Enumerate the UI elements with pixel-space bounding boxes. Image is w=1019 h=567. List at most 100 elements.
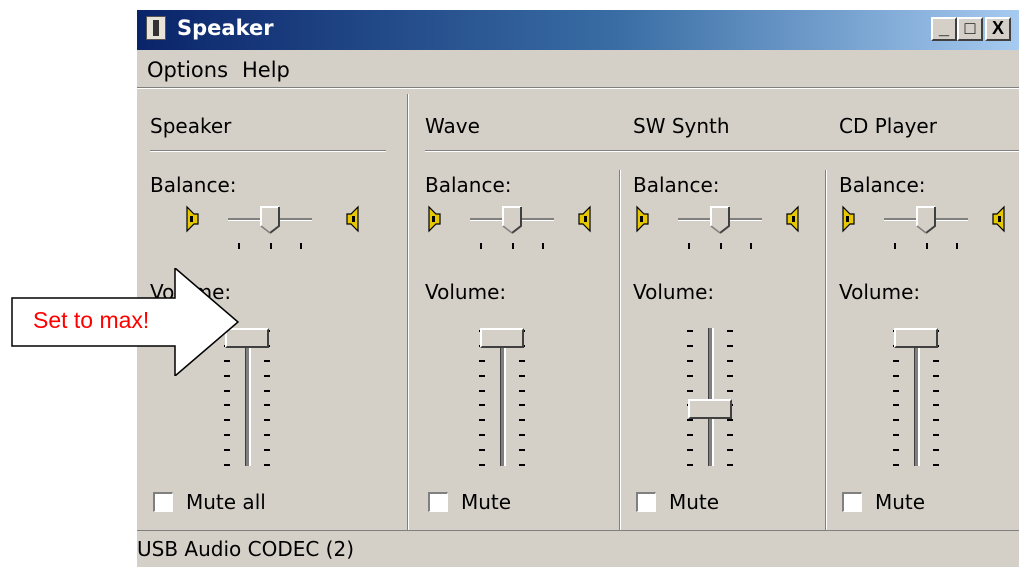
channel-sw-synth-volume-tick bbox=[687, 374, 693, 377]
maximize-button[interactable]: □ bbox=[957, 17, 983, 41]
channel-wave-balance-tick bbox=[512, 243, 514, 249]
channel-cd-player-volume-tick bbox=[933, 464, 939, 466]
channel-wave-volume-tick bbox=[519, 359, 525, 362]
channel-cd-player-volume-tick bbox=[893, 449, 899, 452]
master-balance-tick bbox=[300, 243, 302, 249]
channel-wave-volume-tick bbox=[519, 419, 525, 422]
channel-cd-player-volume-tick bbox=[933, 374, 939, 377]
channel-wave-volume-tick bbox=[519, 374, 525, 377]
channel-sw-synth-volume-tick bbox=[727, 434, 733, 437]
volume-control-window: Speaker _ □ X Options Help USB Audio COD… bbox=[137, 10, 1019, 567]
title-bar[interactable]: Speaker _ □ X bbox=[137, 10, 1019, 50]
master-volume-tick bbox=[264, 404, 270, 407]
channel-wave-left-speaker-icon bbox=[425, 205, 441, 233]
channel-sw-synth-left-speaker-icon bbox=[633, 205, 649, 233]
channel-cd-player-volume-track[interactable] bbox=[914, 328, 920, 466]
minimize-button[interactable]: _ bbox=[931, 17, 957, 41]
menu-help[interactable]: Help bbox=[242, 58, 290, 82]
channel-separator bbox=[619, 170, 621, 530]
channel-wave-volume-thumb[interactable] bbox=[480, 328, 524, 348]
channel-cd-player-volume-tick bbox=[933, 419, 939, 422]
channel-wave-volume-tick bbox=[519, 434, 525, 437]
channel-sw-synth-volume-tick bbox=[727, 344, 733, 347]
master-balance-label: Balance: bbox=[150, 173, 237, 197]
channel-sw-synth-volume-tick bbox=[687, 464, 693, 466]
channel-wave-volume-tick bbox=[479, 419, 485, 422]
channel-cd-player-volume-tick bbox=[893, 389, 899, 392]
channel-cd-player-volume-label: Volume: bbox=[839, 280, 921, 304]
master-left-speaker-icon bbox=[183, 205, 199, 233]
channel-wave-volume-tick bbox=[519, 464, 525, 466]
channel-cd-player-mute-checkbox[interactable] bbox=[842, 492, 862, 512]
master-volume-tick bbox=[264, 359, 270, 362]
channel-sw-synth-volume-tick bbox=[687, 330, 693, 332]
channel-sw-synth-mute-checkbox[interactable] bbox=[636, 492, 656, 512]
channel-sw-synth-mute-label[interactable]: Mute bbox=[669, 490, 719, 514]
channel-wave-mute-checkbox[interactable] bbox=[428, 492, 448, 512]
master-volume-tick bbox=[224, 419, 230, 422]
channel-cd-player-volume-thumb[interactable] bbox=[894, 328, 938, 348]
channel-cd-player-name: CD Player bbox=[839, 114, 937, 138]
close-button[interactable]: X bbox=[985, 17, 1011, 41]
channel-sw-synth-volume-tick bbox=[727, 464, 733, 466]
menu-bar: Options Help bbox=[137, 51, 1019, 87]
channel-sw-synth-balance-thumb[interactable] bbox=[710, 206, 730, 234]
channel-sw-synth-right-speaker-icon bbox=[786, 205, 802, 233]
channel-wave-volume-tick bbox=[479, 389, 485, 392]
channel-sw-synth-volume-thumb[interactable] bbox=[688, 398, 732, 419]
master-volume-tick bbox=[264, 419, 270, 422]
master-separator bbox=[407, 94, 409, 530]
channel-sw-synth-volume-tick bbox=[727, 419, 733, 422]
channel-wave-volume-tick bbox=[519, 389, 525, 392]
channel-cd-player-volume-tick bbox=[893, 419, 899, 422]
channel-wave-volume-tick bbox=[519, 404, 525, 407]
channel-cd-player-volume-tick bbox=[893, 359, 899, 362]
channel-sw-synth-volume-label: Volume: bbox=[633, 280, 715, 304]
channel-cd-player-mute-label[interactable]: Mute bbox=[875, 490, 925, 514]
channel-wave-mute-label[interactable]: Mute bbox=[461, 490, 511, 514]
master-volume-tick bbox=[224, 464, 230, 466]
master-mute-checkbox[interactable] bbox=[153, 492, 173, 512]
app-icon bbox=[146, 16, 166, 40]
channel-sw-synth-balance-tick bbox=[750, 243, 752, 249]
master-volume-tick bbox=[224, 404, 230, 407]
master-right-speaker-icon bbox=[346, 205, 362, 233]
channel-wave-right-speaker-icon bbox=[578, 205, 594, 233]
channel-sw-synth-volume-tick bbox=[727, 330, 733, 332]
master-volume-tick bbox=[224, 449, 230, 452]
channel-sw-synth-volume-tick bbox=[687, 434, 693, 437]
menu-separator bbox=[137, 87, 1019, 89]
channel-sw-synth-volume-tick bbox=[727, 449, 733, 452]
channel-cd-player-volume-tick bbox=[893, 464, 899, 466]
channel-wave-volume-label: Volume: bbox=[425, 280, 507, 304]
status-text: USB Audio CODEC (2) bbox=[137, 537, 355, 561]
channel-cd-player-balance-tick bbox=[894, 243, 896, 249]
master-balance-thumb[interactable] bbox=[260, 206, 280, 234]
channel-sw-synth-volume-track[interactable] bbox=[708, 328, 714, 466]
channel-cd-player-volume-tick bbox=[893, 374, 899, 377]
master-volume-tick bbox=[264, 374, 270, 377]
menu-options[interactable]: Options bbox=[147, 58, 228, 82]
channel-wave-volume-track[interactable] bbox=[500, 328, 506, 466]
master-volume-tick bbox=[264, 434, 270, 437]
channel-sw-synth-balance-tick bbox=[720, 243, 722, 249]
channel-cd-player-volume-tick bbox=[933, 404, 939, 407]
master-balance-tick bbox=[238, 243, 240, 249]
master-title-underline bbox=[150, 150, 386, 152]
channel-wave-volume-tick bbox=[479, 449, 485, 452]
channel-cd-player-balance-thumb[interactable] bbox=[916, 206, 936, 234]
channel-sw-synth-volume-tick bbox=[687, 449, 693, 452]
channel-sw-synth-balance-tick bbox=[688, 243, 690, 249]
channel-wave-balance-tick bbox=[542, 243, 544, 249]
channel-wave-balance-thumb[interactable] bbox=[502, 206, 522, 234]
channel-cd-player-left-speaker-icon bbox=[839, 205, 855, 233]
channel-sw-synth-volume-tick bbox=[687, 359, 693, 362]
callout-text: Set to max! bbox=[33, 307, 150, 333]
channel-wave-balance-tick bbox=[480, 243, 482, 249]
channel-sw-synth-name: SW Synth bbox=[633, 114, 730, 138]
channel-sw-synth-volume-tick bbox=[727, 374, 733, 377]
channel-wave-volume-tick bbox=[479, 404, 485, 407]
channel-cd-player-volume-tick bbox=[893, 404, 899, 407]
master-balance-tick bbox=[270, 243, 272, 249]
master-mute-label[interactable]: Mute all bbox=[186, 490, 266, 514]
